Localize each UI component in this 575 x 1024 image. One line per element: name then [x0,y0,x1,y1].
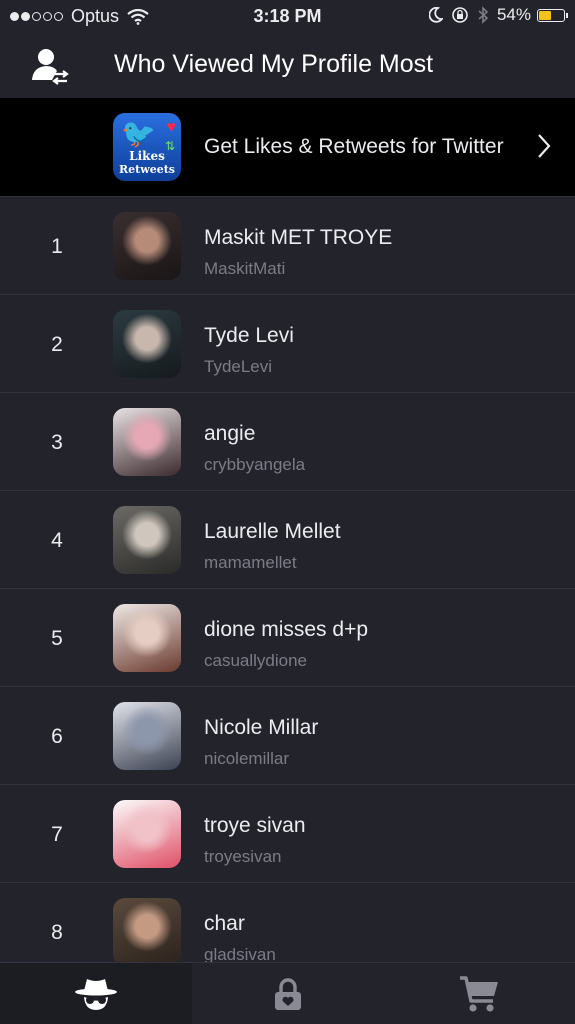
avatar [113,212,181,280]
cart-icon [460,975,499,1012]
list-item[interactable]: 6 Nicole Millar nicolemillar [0,686,575,784]
user-name: dione misses d+p [204,618,369,641]
spy-icon [74,978,117,1010]
bird-icon: 🐦 [121,118,156,149]
user-handle: troyesivan [204,847,282,866]
battery-percent: 54% [496,5,531,24]
bluetooth-icon [478,6,489,24]
rank-number: 1 [51,235,63,258]
promo-title: Get Likes & Retweets for Twitter [204,135,504,158]
chevron-right-icon [538,134,551,158]
list-item[interactable]: 5 dione misses d+p casuallydione [0,588,575,686]
user-handle: nicolemillar [204,749,290,768]
list-item[interactable]: 1 Maskit MET TROYE MaskitMati [0,196,575,294]
tab-lock[interactable] [192,963,384,1024]
user-handle: crybbyangela [204,455,306,474]
tab-bar [0,962,575,1024]
user-name: Maskit MET TROYE [204,226,393,249]
rank-number: 6 [51,725,63,748]
user-handle: MaskitMati [204,259,286,278]
user-name: char [204,912,245,935]
user-name: Laurelle Mellet [204,520,341,543]
list-item[interactable]: 2 Tyde Levi TydeLevi [0,294,575,392]
avatar [113,604,181,672]
moon-icon [428,7,443,23]
avatar [113,702,181,770]
battery-icon [537,8,568,22]
battery-fill [539,10,551,20]
heart-icon: ♥ [166,119,177,136]
user-swap-icon[interactable] [30,46,70,86]
user-handle: casuallydione [204,651,308,670]
tab-cart[interactable] [383,963,575,1024]
user-handle: TydeLevi [204,357,273,376]
rank-number: 7 [51,823,63,846]
avatar [113,408,181,476]
user-handle: mamamellet [204,553,297,572]
user-name: troye sivan [204,814,306,837]
promo-icon-text-likes: Likes [129,149,165,163]
page-title: Who Viewed My Profile Most [114,50,434,78]
lock-icon [274,977,301,1010]
user-name: angie [204,422,256,445]
promo-app-icon: 🐦 ♥ ⇅ Likes Retweets [113,113,181,181]
status-bar: Optus 3:18 PM 54% [0,0,575,34]
avatar [113,506,181,574]
rotation-lock-icon [452,7,468,23]
rank-number: 8 [51,921,63,944]
rank-number: 5 [51,627,63,650]
list-item[interactable]: 4 Laurelle Mellet mamamellet [0,490,575,588]
nav-bar: Who Viewed My Profile Most [0,34,575,98]
rank-number: 2 [51,333,63,356]
promo-banner[interactable]: 🐦 ♥ ⇅ Likes Retweets Get Likes & Retweet… [0,98,575,196]
tab-spy[interactable] [0,963,192,1024]
rank-number: 4 [51,529,63,552]
user-name: Nicole Millar [204,716,319,739]
user-name: Tyde Levi [204,324,294,347]
avatar [113,310,181,378]
promo-icon-text-retweets: Retweets [119,163,175,176]
status-right: 54% [428,5,568,25]
list-item[interactable]: 3 angie crybbyangela [0,392,575,490]
avatar [113,800,181,868]
rank-number: 3 [51,431,63,454]
avatar [113,898,181,966]
list-item[interactable]: 7 troye sivan troyesivan [0,784,575,882]
